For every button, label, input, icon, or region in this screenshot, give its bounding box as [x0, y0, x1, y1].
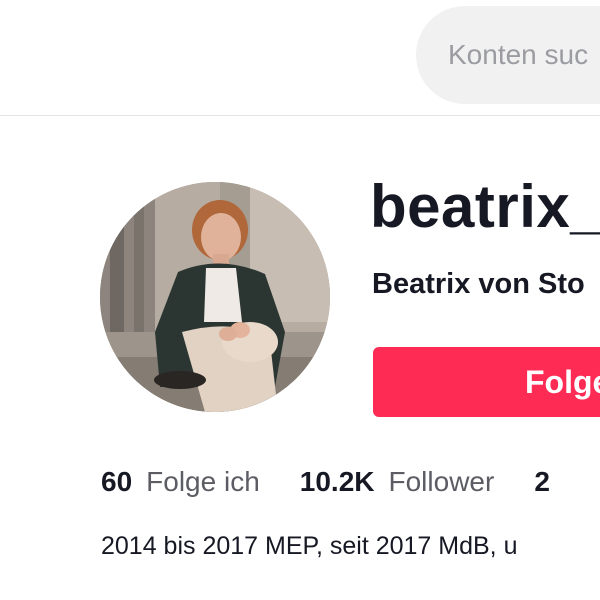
follow-button[interactable]: Folge	[373, 347, 600, 417]
followers-label: Follower	[388, 466, 495, 497]
stat-followers[interactable]: 10.2K Follower	[300, 466, 495, 498]
likes-count: 2	[534, 466, 550, 497]
avatar[interactable]	[100, 182, 330, 412]
stat-likes[interactable]: 2	[534, 466, 550, 498]
search-input[interactable]: Konten suc	[416, 6, 600, 104]
followers-count: 10.2K	[299, 466, 375, 497]
username: beatrix_	[370, 173, 600, 240]
following-count: 60	[101, 466, 133, 497]
profile-page: Konten suc beatrix_ Beatrix von Sto Folg…	[0, 0, 600, 600]
following-label: Folge ich	[146, 466, 260, 497]
avatar-photo	[100, 182, 330, 412]
stats-row: 60 Folge ich 10.2K Follower 2	[101, 462, 590, 502]
search-placeholder: Konten suc	[448, 39, 589, 70]
stat-following[interactable]: 60 Folge ich	[101, 466, 260, 498]
display-name: Beatrix von Sto	[372, 268, 585, 300]
bio-text: 2014 bis 2017 MEP, seit 2017 MdB, u	[101, 532, 518, 560]
top-header: Konten suc	[0, 0, 600, 116]
